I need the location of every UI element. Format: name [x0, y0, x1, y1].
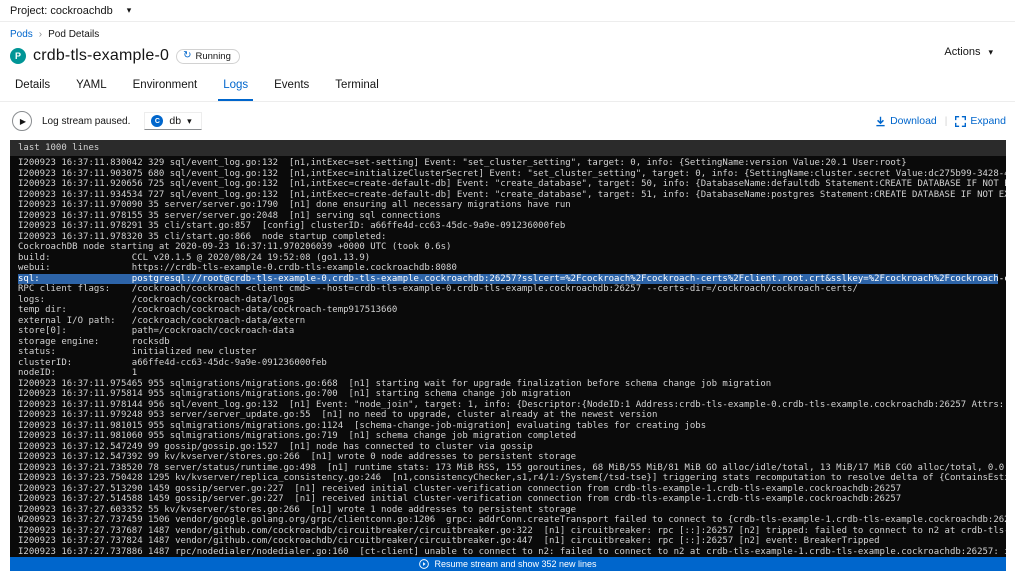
- log-line: I200923 16:37:11.903075 680 sql/event_lo…: [18, 169, 998, 180]
- log-line: store[0]: path=/cockroach/cockroach-data: [18, 326, 998, 337]
- download-icon: [875, 116, 886, 127]
- log-line: I200923 16:37:11.934534 727 sql/event_lo…: [18, 190, 998, 201]
- page-header: Pods › Pod Details P crdb-tls-example-0 …: [0, 22, 1015, 65]
- log-line: I200923 16:37:11.975814 955 sqlmigration…: [18, 389, 998, 400]
- log-line: status: initialized new cluster: [18, 347, 998, 358]
- log-viewer: last 1000 lines I200923 16:37:11.830042 …: [10, 140, 1006, 571]
- log-line: I200923 16:37:11.978320 35 cli/start.go:…: [18, 232, 998, 243]
- container-select-value: db: [169, 115, 181, 127]
- log-line: I200923 16:37:27.514588 1459 gossip/serv…: [18, 494, 998, 505]
- log-line: I200923 16:37:11.920656 725 sql/event_lo…: [18, 179, 998, 190]
- actions-label: Actions: [944, 46, 980, 58]
- log-line: I200923 16:37:11.830042 329 sql/event_lo…: [18, 158, 998, 169]
- log-line: I200923 16:37:21.738520 78 server/status…: [18, 463, 998, 474]
- log-stream-status-text: Log stream paused.: [42, 116, 130, 127]
- resume-stream-banner[interactable]: Resume stream and show 352 new lines: [10, 557, 1006, 571]
- log-line: I200923 16:37:11.981015 955 sqlmigration…: [18, 421, 998, 432]
- log-line: nodeID: 1: [18, 368, 998, 379]
- chevron-down-icon: ▾: [988, 47, 993, 58]
- pod-resource-icon: P: [10, 48, 26, 64]
- log-line: build: CCL v20.1.5 @ 2020/08/24 19:52:08…: [18, 253, 998, 264]
- log-line-count-header: last 1000 lines: [10, 140, 1006, 156]
- log-line: I200923 16:37:27.603352 55 kv/kvserver/s…: [18, 505, 998, 516]
- download-label: Download: [890, 115, 937, 127]
- log-line: I200923 16:37:11.978155 35 server/server…: [18, 211, 998, 222]
- log-line: I200923 16:37:11.981060 955 sqlmigration…: [18, 431, 998, 442]
- log-controls: ▶ Log stream paused. C db ▾ Download | E…: [0, 102, 1015, 140]
- play-circle-icon: [419, 559, 429, 569]
- log-line: webui: https://crdb-tls-example-0.crdb-t…: [18, 263, 998, 274]
- resume-banner-label: Resume stream and show 352 new lines: [434, 559, 596, 569]
- expand-log-button[interactable]: Expand: [955, 115, 1006, 127]
- log-line: I200923 16:37:12.547249 99 gossip/gossip…: [18, 442, 998, 453]
- log-line: I200923 16:37:11.978291 35 cli/start.go:…: [18, 221, 998, 232]
- tab-logs[interactable]: Logs: [218, 77, 253, 101]
- breadcrumb-current: Pod Details: [48, 29, 99, 40]
- log-line: RPC client flags: /cockroach/cockroach <…: [18, 284, 998, 295]
- status-badge: ↻ Running: [176, 49, 240, 64]
- expand-label: Expand: [970, 115, 1006, 127]
- breadcrumb-separator: ›: [39, 29, 42, 40]
- project-selector-label: Project: cockroachdb: [10, 5, 113, 17]
- link-divider: |: [945, 116, 948, 127]
- log-line: I200923 16:37:11.979248 953 server/serve…: [18, 410, 998, 421]
- log-line: I200923 16:37:11.975465 955 sqlmigration…: [18, 379, 998, 390]
- breadcrumb: Pods › Pod Details: [10, 29, 995, 40]
- chevron-down-icon: ▾: [187, 116, 192, 127]
- tab-environment[interactable]: Environment: [128, 77, 203, 101]
- log-lines[interactable]: I200923 16:37:11.830042 329 sql/event_lo…: [10, 156, 1006, 557]
- play-icon: ▶: [20, 117, 26, 126]
- log-line: W200923 16:37:27.737459 1506 vendor/goog…: [18, 515, 998, 526]
- log-line: external I/O path: /cockroach/cockroach-…: [18, 316, 998, 327]
- tab-details[interactable]: Details: [10, 77, 55, 101]
- log-line: sql: postgresql://root@crdb-tls-example-…: [18, 274, 998, 285]
- tab-events[interactable]: Events: [269, 77, 314, 101]
- log-line: clusterID: a66ffe4d-cc63-45dc-9a9e-09123…: [18, 358, 998, 369]
- log-line: I200923 16:37:11.978144 956 sql/event_lo…: [18, 400, 998, 411]
- log-line: I200923 16:37:11.970090 35 server/server…: [18, 200, 998, 211]
- page-title: crdb-tls-example-0: [33, 47, 169, 65]
- tab-terminal[interactable]: Terminal: [330, 77, 383, 101]
- container-select-dropdown[interactable]: C db ▾: [144, 112, 201, 130]
- download-log-button[interactable]: Download: [875, 115, 937, 127]
- tab-bar: Details YAML Environment Logs Events Ter…: [0, 77, 1015, 102]
- expand-icon: [955, 116, 966, 127]
- log-line: I200923 16:37:27.737886 1487 rpc/nodedia…: [18, 547, 998, 558]
- log-line: logs: /cockroach/cockroach-data/logs: [18, 295, 998, 306]
- sync-icon: ↻: [183, 51, 191, 61]
- masthead: Project: cockroachdb ▾: [0, 0, 1015, 22]
- resume-log-stream-button[interactable]: ▶: [12, 111, 32, 131]
- container-resource-icon: C: [151, 115, 163, 127]
- log-line: I200923 16:37:27.513290 1459 gossip/serv…: [18, 484, 998, 495]
- actions-dropdown[interactable]: Actions ▾: [944, 46, 993, 58]
- project-selector-dropdown[interactable]: Project: cockroachdb ▾: [10, 5, 131, 17]
- log-line: I200923 16:37:23.750428 1295 kv/kvserver…: [18, 473, 998, 484]
- status-label: Running: [195, 51, 230, 62]
- log-line: I200923 16:37:27.737687 1487 vendor/gith…: [18, 526, 998, 537]
- tab-yaml[interactable]: YAML: [71, 77, 111, 101]
- chevron-down-icon: ▾: [127, 5, 132, 16]
- log-line: I200923 16:37:12.547392 99 kv/kvserver/s…: [18, 452, 998, 463]
- log-line: CockroachDB node starting at 2020-09-23 …: [18, 242, 998, 253]
- log-line: I200923 16:37:27.737824 1487 vendor/gith…: [18, 536, 998, 547]
- log-line: storage engine: rocksdb: [18, 337, 998, 348]
- breadcrumb-pods-link[interactable]: Pods: [10, 29, 33, 40]
- log-line: temp dir: /cockroach/cockroach-data/cock…: [18, 305, 998, 316]
